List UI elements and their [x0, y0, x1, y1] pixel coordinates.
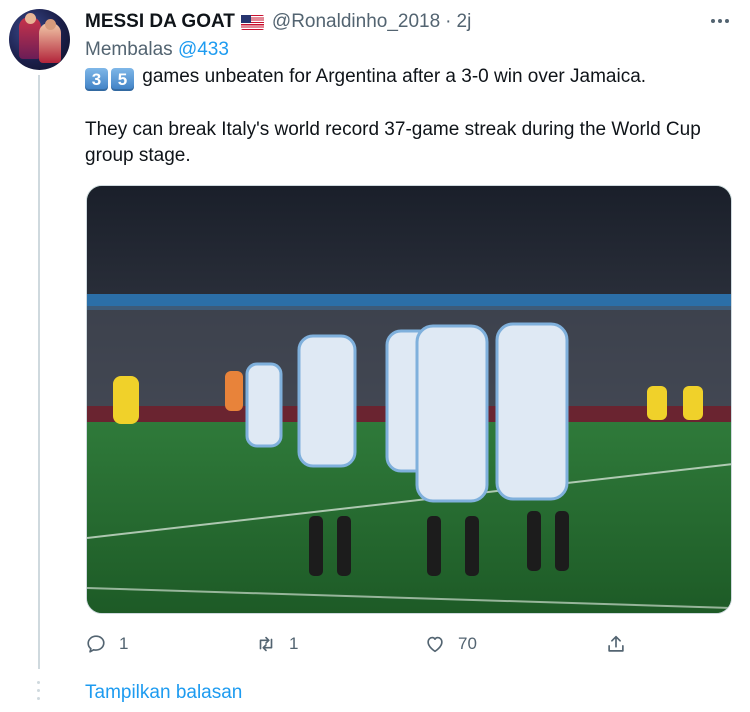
keycap-digit-three: 3	[85, 68, 108, 91]
reply-count: 1	[119, 634, 129, 653]
separator: ·	[445, 11, 452, 32]
tweet-header: MESSI DA GOAT @Ronaldinho_2018 · 2j	[85, 9, 471, 35]
tweet-text: 35 games unbeaten for Argentina after a …	[85, 64, 725, 169]
retweet-count: 1	[289, 634, 299, 653]
share-button[interactable]	[605, 630, 627, 658]
tweet-paragraph: They can break Italy's world record 37-g…	[85, 119, 701, 166]
display-name[interactable]: MESSI DA GOAT	[85, 11, 235, 33]
thread-dots	[37, 681, 41, 705]
us-flag-icon	[240, 14, 264, 30]
heart-icon	[427, 636, 443, 653]
show-replies-link[interactable]: Tampilkan balasan	[85, 682, 242, 704]
reply-icon	[87, 635, 105, 653]
reply-prefix: Membalas	[85, 39, 173, 60]
like-count: 70	[458, 634, 477, 653]
share-icon	[608, 635, 624, 652]
retweet-icon	[259, 636, 273, 652]
thread-line	[38, 75, 40, 669]
reply-button[interactable]: 1	[85, 630, 128, 658]
user-handle[interactable]: @Ronaldinho_2018	[272, 11, 440, 33]
more-horizontal-icon[interactable]	[709, 10, 731, 32]
avatar[interactable]	[9, 9, 70, 70]
like-button[interactable]: 70	[424, 630, 477, 658]
retweet-button[interactable]: 1	[255, 630, 298, 658]
tweet-actions: 1 1 70	[85, 630, 645, 658]
timestamp[interactable]: 2j	[457, 11, 472, 33]
reply-context: Membalas @433	[85, 39, 229, 61]
reply-handle-link[interactable]: @433	[178, 39, 229, 60]
avatar-figure	[25, 13, 36, 24]
tweet-paragraph: 35 games unbeaten for Argentina after a …	[85, 64, 725, 91]
keycap-digit-five: 5	[111, 68, 134, 91]
tweet-line-1: games unbeaten for Argentina after a 3-0…	[137, 66, 647, 87]
tweet-photo[interactable]	[86, 185, 732, 614]
avatar-figure	[45, 19, 56, 30]
